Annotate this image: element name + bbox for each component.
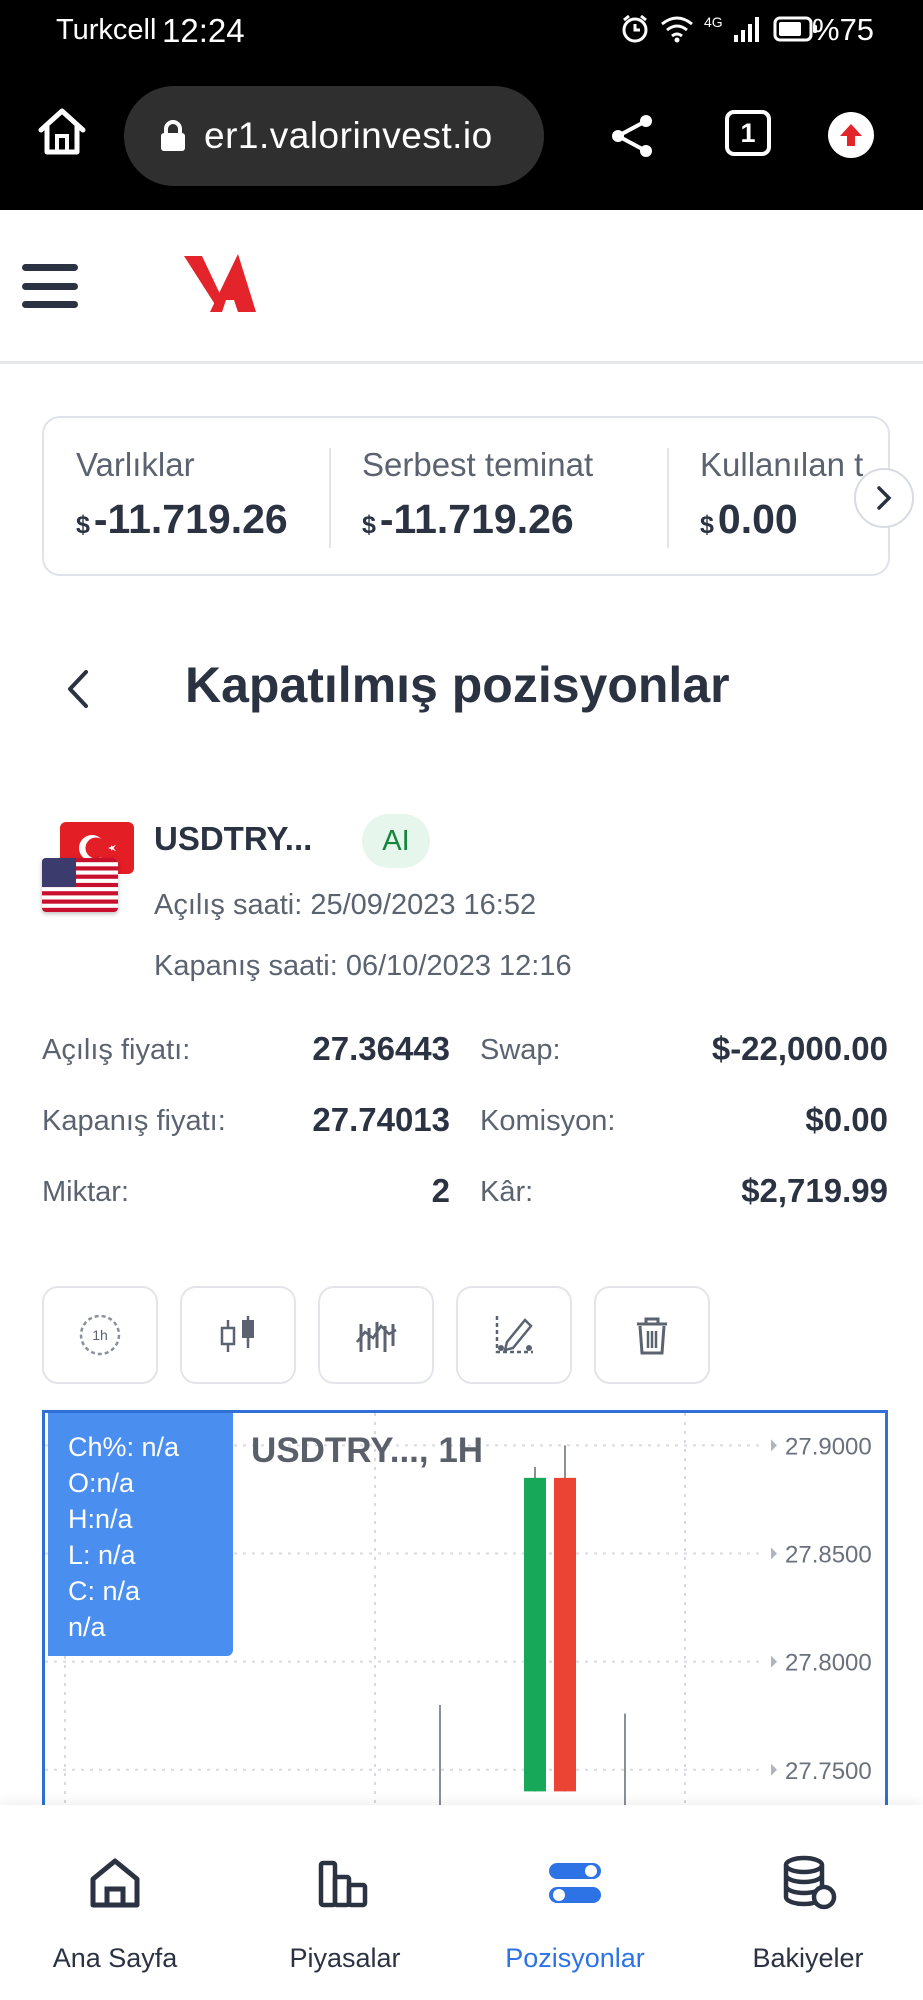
network-type: 4G xyxy=(704,14,723,30)
nav-markets-label: Piyasalar xyxy=(289,1943,401,1973)
chart-ohlc-legend: Ch%: n/a O:n/a H:n/a L: n/a C: n/a n/a xyxy=(48,1413,233,1656)
summary-used-margin: Kullanılan t $0.00 xyxy=(700,418,864,574)
close-price-value: 27.74013 xyxy=(312,1101,450,1138)
profit-label: Kâr: xyxy=(480,1176,534,1208)
address-bar[interactable]: er1.valorinvest.io xyxy=(124,86,544,186)
interval-icon: 1h xyxy=(79,1314,121,1356)
candlestick-icon xyxy=(220,1316,254,1352)
legend-close: C: n/a xyxy=(68,1576,141,1606)
nav-balances[interactable]: Bakiyeler xyxy=(693,1805,923,2000)
y-tick-label: 27.8000 xyxy=(785,1650,872,1677)
summary-assets: Varlıklar $-11.719.26 xyxy=(76,418,288,574)
clock: 12:24 xyxy=(162,12,245,49)
summary-assets-value: $-11.719.26 xyxy=(76,496,288,542)
bottom-navigation: Ana Sayfa Piyasalar Pozisyonlar Bakiyele… xyxy=(0,1805,923,2000)
status-icons: 4G xyxy=(620,14,819,44)
nav-positions[interactable]: Pozisyonlar xyxy=(460,1805,690,2000)
lock-icon xyxy=(161,120,185,151)
home-icon xyxy=(90,1858,140,1908)
status-bar: Turkcell 12:24 4G %75 xyxy=(0,0,923,66)
chevron-right-icon xyxy=(877,486,892,510)
back-chevron-icon[interactable] xyxy=(58,664,98,714)
legend-high: H:n/a xyxy=(68,1504,133,1534)
legend-low: L: n/a xyxy=(68,1540,136,1570)
summary-used-margin-value: $0.00 xyxy=(700,496,798,542)
carrier-name: Turkcell xyxy=(56,14,157,46)
chart-type-button[interactable] xyxy=(180,1286,296,1384)
swap-value: $-22,000.00 xyxy=(711,1030,888,1067)
interval-button[interactable]: 1h xyxy=(42,1286,158,1384)
drawing-icon xyxy=(495,1316,533,1354)
indicators-button[interactable] xyxy=(318,1286,434,1384)
nav-positions-label: Pozisyonlar xyxy=(505,1943,645,1973)
quantity-label: Miktar: xyxy=(42,1176,129,1208)
indicators-icon xyxy=(356,1322,397,1352)
legend-open: O:n/a xyxy=(68,1468,135,1498)
nav-balances-label: Bakiyeler xyxy=(752,1943,864,1973)
position-symbol: USDTRY... xyxy=(154,820,313,857)
y-tick-label: 27.7500 xyxy=(785,1758,872,1785)
page-title: Kapatılmış pozisyonlar xyxy=(185,657,730,713)
browser-home-icon[interactable] xyxy=(36,106,88,158)
browser-toolbar: er1.valorinvest.io 1 xyxy=(0,66,923,210)
legend-change: Ch%: n/a xyxy=(68,1432,180,1462)
summary-free-margin-value: $-11.719.26 xyxy=(362,496,574,542)
alarm-icon xyxy=(622,14,648,43)
tick-marker xyxy=(771,1439,777,1452)
balances-icon xyxy=(783,1855,837,1910)
hamburger-menu-icon[interactable] xyxy=(22,264,78,308)
arrow-up-icon xyxy=(840,124,862,146)
chart-title: USDTRY..., 1H xyxy=(251,1431,484,1470)
open-price-label: Açılış fiyatı: xyxy=(42,1034,191,1066)
summary-free-margin-label: Serbest teminat xyxy=(362,446,594,483)
positions-icon xyxy=(549,1863,601,1903)
ai-badge: AI xyxy=(362,814,430,868)
y-tick-label: 27.9000 xyxy=(785,1433,872,1460)
summary-used-margin-label: Kullanılan t xyxy=(700,446,864,483)
y-tick-label: 27.8500 xyxy=(785,1542,872,1569)
profit-value: $2,719.99 xyxy=(741,1172,888,1209)
tab-switcher-button[interactable]: 1 xyxy=(725,110,771,156)
nav-home[interactable]: Ana Sayfa xyxy=(0,1805,230,2000)
tick-marker xyxy=(771,1763,777,1776)
candle-body xyxy=(524,1477,546,1792)
summary-free-margin: Serbest teminat $-11.719.26 xyxy=(362,418,594,574)
share-icon[interactable] xyxy=(608,112,656,160)
currency-pair-flags xyxy=(42,822,138,914)
usa-flag-icon xyxy=(42,858,118,912)
trash-icon xyxy=(637,1317,667,1355)
account-summary-card: Varlıklar $-11.719.26 Serbest teminat $-… xyxy=(42,416,890,576)
summary-assets-label: Varlıklar xyxy=(76,446,195,483)
drawing-tools-button[interactable] xyxy=(456,1286,572,1384)
markets-icon xyxy=(318,1860,368,1908)
quantity-value: 2 xyxy=(431,1172,450,1209)
swap-label: Swap: xyxy=(480,1034,561,1066)
interval-label: 1h xyxy=(92,1327,108,1343)
update-icon[interactable] xyxy=(828,112,874,158)
summary-divider xyxy=(329,448,331,548)
nav-home-label: Ana Sayfa xyxy=(52,1943,178,1973)
nav-markets[interactable]: Piyasalar xyxy=(230,1805,460,2000)
tick-marker xyxy=(771,1655,777,1668)
valor-logo[interactable] xyxy=(180,244,260,324)
delete-drawings-button[interactable] xyxy=(594,1286,710,1384)
wifi-icon xyxy=(661,16,693,43)
app-header xyxy=(0,210,923,364)
price-chart[interactable]: 27.9000 27.8500 27.8000 27.7500 Ch%: n/a O:… xyxy=(42,1410,888,1810)
open-time: Açılış saati: 25/09/2023 16:52 xyxy=(154,889,537,921)
summary-next-button[interactable] xyxy=(854,468,914,528)
battery-percent: %75 xyxy=(812,12,875,47)
candle-body xyxy=(554,1477,576,1792)
commission-label: Komisyon: xyxy=(480,1105,616,1137)
legend-volume: n/a xyxy=(68,1612,106,1642)
tick-marker xyxy=(771,1547,777,1560)
close-price-label: Kapanış fiyatı: xyxy=(42,1105,226,1137)
open-price-value: 27.36443 xyxy=(312,1030,450,1067)
url-text: er1.valorinvest.io xyxy=(204,115,493,156)
close-time: Kapanış saati: 06/10/2023 12:16 xyxy=(154,950,572,982)
summary-divider xyxy=(667,448,669,548)
commission-value: $0.00 xyxy=(805,1101,888,1138)
signal-icon xyxy=(733,17,759,42)
